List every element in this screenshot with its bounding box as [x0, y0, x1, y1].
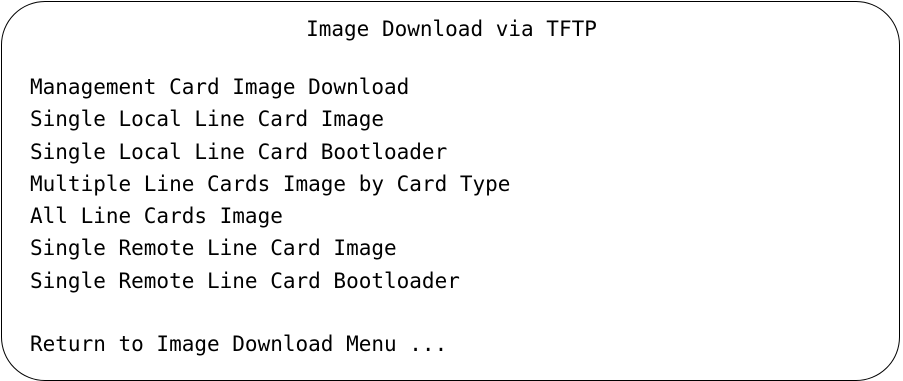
- menu-item-management-card-image-download[interactable]: Management Card Image Download: [30, 71, 510, 103]
- menu-item-single-remote-line-card-image[interactable]: Single Remote Line Card Image: [30, 232, 510, 264]
- screen-title: Image Download via TFTP: [306, 17, 597, 41]
- menu-item-single-remote-line-card-bootloader[interactable]: Single Remote Line Card Bootloader: [30, 265, 510, 297]
- menu-item-return-to-image-download-menu[interactable]: Return to Image Download Menu ...: [30, 328, 447, 360]
- menu-item-single-local-line-card-bootloader[interactable]: Single Local Line Card Bootloader: [30, 136, 510, 168]
- menu-item-all-line-cards-image[interactable]: All Line Cards Image: [30, 200, 510, 232]
- menu-item-single-local-line-card-image[interactable]: Single Local Line Card Image: [30, 103, 510, 135]
- menu-list: Management Card Image Download Single Lo…: [30, 71, 510, 297]
- menu-item-multiple-line-cards-image-by-card-type[interactable]: Multiple Line Cards Image by Card Type: [30, 168, 510, 200]
